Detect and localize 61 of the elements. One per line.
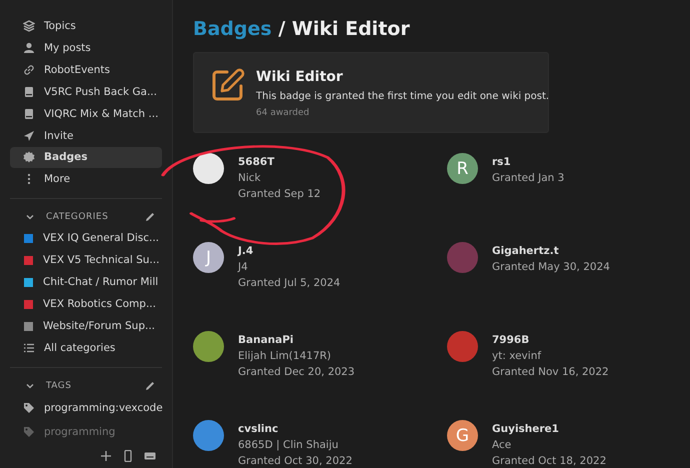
granted-date: Granted Jul 5, 2024 bbox=[238, 277, 340, 289]
section-heading: CATEGORIES bbox=[46, 212, 110, 222]
sidebar-item[interactable]: More bbox=[10, 168, 162, 190]
category-item[interactable]: VEX Robotics Comp... bbox=[10, 293, 162, 316]
granted-date: Granted May 30, 2024 bbox=[492, 261, 610, 273]
category-item[interactable]: VEX V5 Technical Su... bbox=[10, 249, 162, 272]
category-item[interactable]: VEX IQ General Disc... bbox=[10, 227, 162, 250]
username[interactable]: 7996B bbox=[492, 334, 609, 346]
sidebar-item[interactable]: Topics bbox=[10, 15, 162, 37]
tag-icon bbox=[23, 402, 35, 414]
sidebar-item[interactable]: My posts bbox=[10, 36, 162, 59]
list-icon bbox=[23, 342, 35, 354]
section-heading: TAGS bbox=[46, 381, 72, 392]
all-categories-link[interactable]: All categories bbox=[10, 337, 162, 359]
page-title: Badges / Wiki Editor bbox=[193, 18, 411, 40]
username[interactable]: Guyishere1 bbox=[492, 423, 606, 435]
user-full-name: 6865D | Clin Shaiju bbox=[238, 439, 340, 451]
granted-date: Granted Jan 3 bbox=[492, 172, 564, 184]
phone-icon[interactable] bbox=[122, 450, 134, 462]
username[interactable]: Gigahertz.t bbox=[492, 245, 610, 257]
sidebar-item[interactable]: V5RC Push Back Ga... bbox=[10, 80, 162, 103]
sidebar-item[interactable]: RobotEvents bbox=[10, 58, 162, 81]
username[interactable]: rs1 bbox=[492, 156, 564, 168]
keyboard-icon[interactable] bbox=[144, 450, 156, 462]
person-icon bbox=[23, 42, 35, 54]
sidebar-item[interactable]: Invite bbox=[10, 124, 162, 147]
username[interactable]: cvslinc bbox=[238, 423, 352, 435]
user-full-name: Ace bbox=[492, 439, 512, 451]
plus-icon[interactable] bbox=[100, 450, 112, 462]
granted-date: Granted Dec 20, 2023 bbox=[238, 366, 355, 378]
badge-description: This badge is granted the first time you edit one wiki post. bbox=[256, 91, 550, 102]
tag-icon bbox=[23, 426, 35, 438]
user-full-name: Nick bbox=[238, 172, 262, 184]
awarded-count: 64 awarded bbox=[256, 108, 310, 118]
granted-date: Granted Oct 18, 2022 bbox=[492, 455, 606, 467]
user-full-name: Elijah Lim(1417R) bbox=[238, 350, 332, 362]
category-item[interactable]: Chit-Chat / Rumor Mill bbox=[10, 271, 162, 294]
book-icon bbox=[23, 108, 35, 120]
username[interactable]: BananaPi bbox=[238, 334, 355, 346]
book-icon bbox=[23, 86, 35, 98]
sidebar-item[interactable]: Badges bbox=[10, 146, 162, 168]
user-full-name: J4 bbox=[238, 261, 249, 273]
avatar-placeholder[interactable] bbox=[193, 153, 224, 184]
layers-icon bbox=[23, 20, 35, 32]
badge-name: Wiki Editor bbox=[256, 69, 344, 85]
paper-plane-icon bbox=[23, 130, 35, 142]
granted-date: Granted Oct 30, 2022 bbox=[238, 455, 352, 467]
tag-item[interactable]: programming:vexcode bbox=[10, 396, 162, 420]
badge-icon bbox=[23, 151, 35, 164]
pencil-icon[interactable] bbox=[144, 380, 156, 392]
category-item[interactable]: Website/Forum Sup... bbox=[10, 315, 162, 338]
granted-date: Granted Sep 12 bbox=[238, 188, 321, 200]
username[interactable]: J.4 bbox=[238, 245, 340, 257]
granted-date: Granted Nov 16, 2022 bbox=[492, 366, 609, 378]
user-full-name: yt: xevinf bbox=[492, 350, 542, 362]
pencil-square-icon bbox=[210, 67, 246, 103]
sidebar-item[interactable]: VIQRC Mix & Match ... bbox=[10, 102, 162, 125]
username[interactable]: 5686T bbox=[238, 156, 321, 168]
badges-link[interactable]: Badges bbox=[193, 18, 272, 40]
pencil-icon[interactable] bbox=[144, 211, 156, 224]
link-icon bbox=[23, 64, 35, 76]
